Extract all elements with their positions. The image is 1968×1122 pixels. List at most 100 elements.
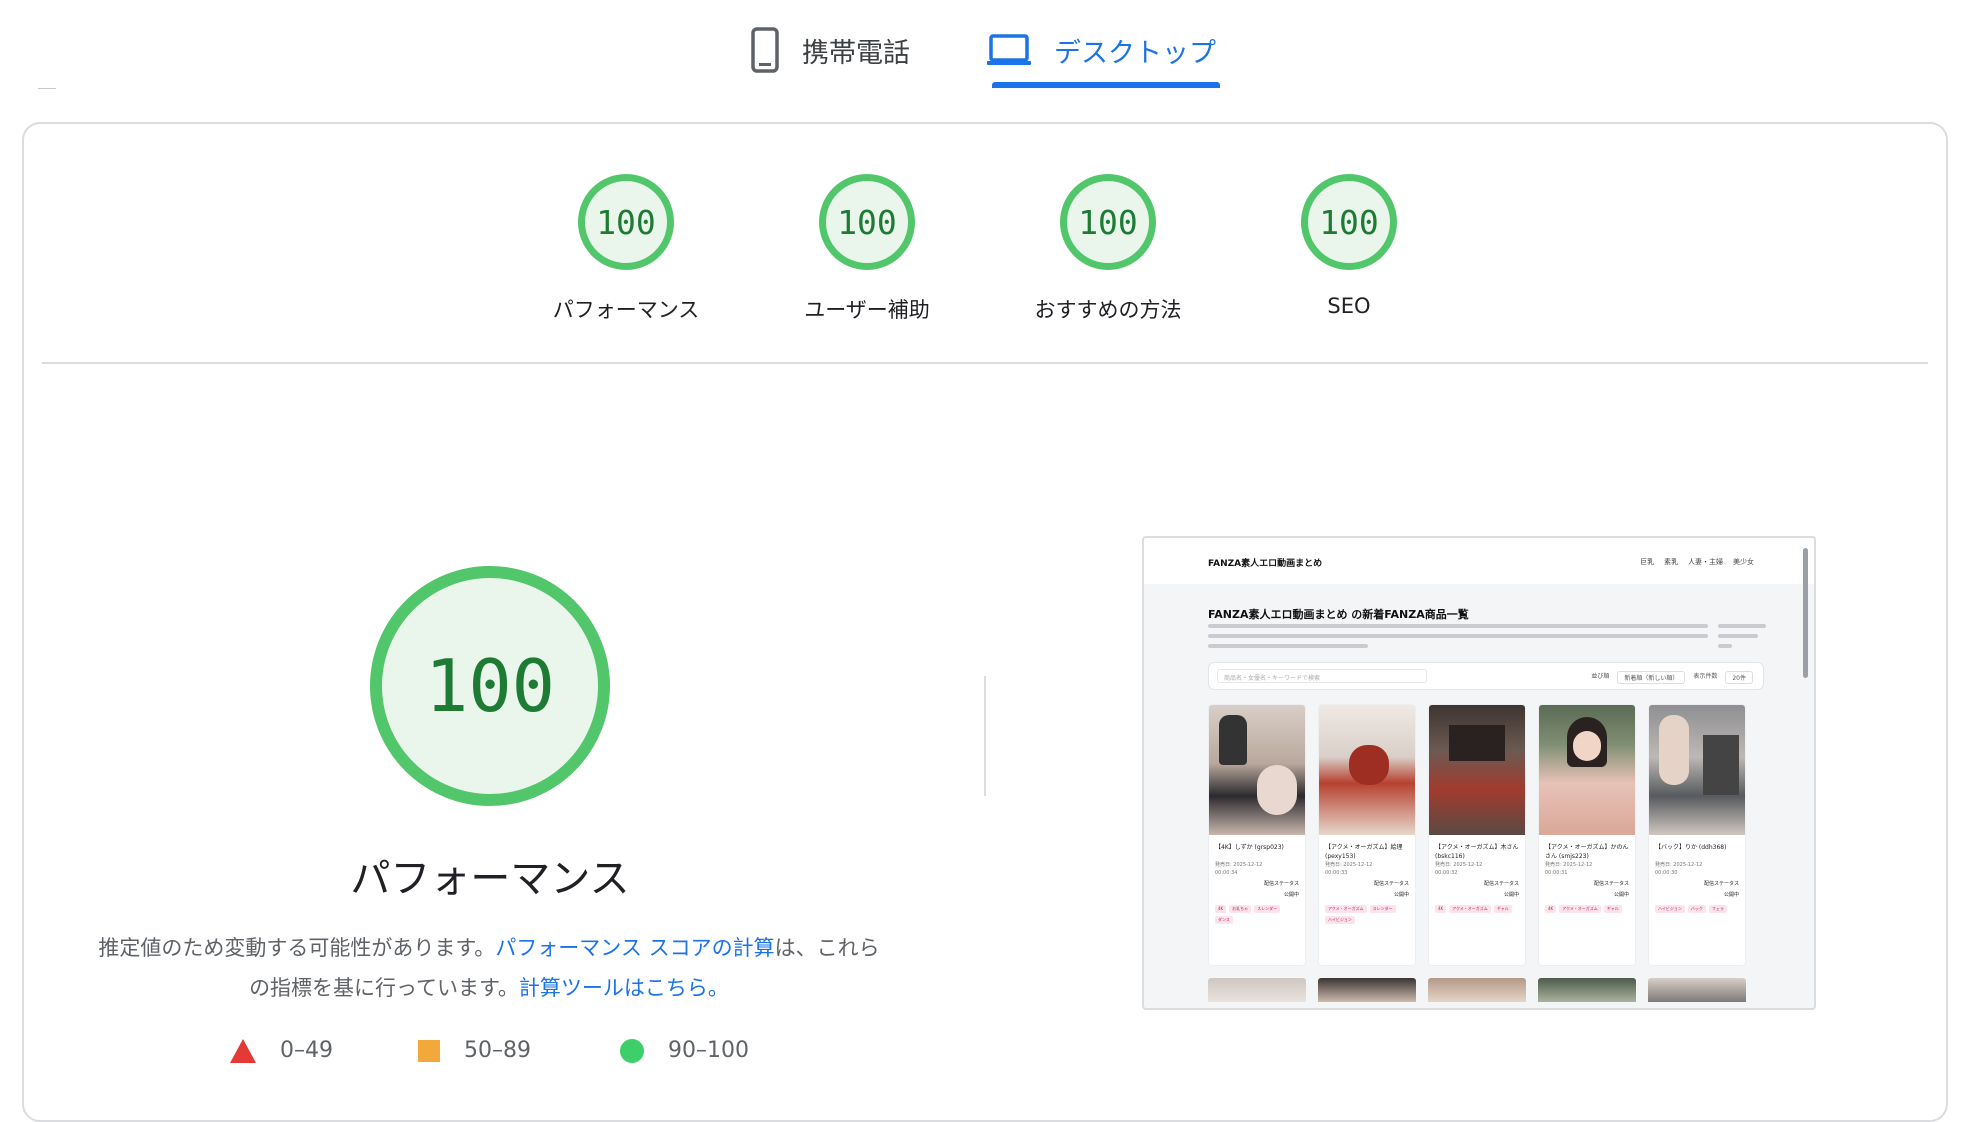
best-practices-gauge[interactable]: 100 [1060,174,1156,270]
thumb-next-row-card [1428,978,1526,1002]
tab-mobile[interactable]: 携帯電話 [750,14,910,86]
thumb-card-time: 00:00:32 [1435,870,1458,876]
thumb-page-title: FANZA素人エロ動画まとめ の新着FANZA商品一覧 [1208,608,1469,621]
section-divider [42,362,1928,364]
accessibility-label[interactable]: ユーザー補助 [747,294,987,324]
thumb-search-controls: 並び順 新着順（新しい順） 表示件数 20件 [1591,671,1753,684]
best-practices-label[interactable]: おすすめの方法 [988,294,1228,324]
thumb-card-date: 発売日: 2025-12-12 [1215,862,1263,868]
thumb-product-card: 【4K】しずか (grsp023) 発売日: 2025-12-12 00:00:… [1208,704,1306,966]
active-tab-indicator [992,82,1220,88]
legend-pass-range: 90–100 [668,1038,749,1063]
thumb-intro-text [1208,624,1708,654]
thumb-tag: アクメ・オーガズム [1449,905,1491,913]
thumb-product-card: 【バック】りか (ddh368) 発売日: 2025-12-12 00:00:3… [1648,704,1746,966]
best-practices-score: 100 [1078,202,1138,242]
thumb-card-title: 【バック】りか (ddh368) [1655,844,1727,851]
tab-desktop[interactable]: デスクトップ [986,14,1216,86]
thumb-nav-item: 人妻・主婦 [1688,558,1723,566]
laptop-icon [987,34,1031,65]
thumb-count-label: 表示件数 [1693,673,1718,680]
performance-gauge[interactable]: 100 [578,174,674,270]
vertical-divider [984,676,986,796]
thumb-tag: アクメ・オーガズム [1559,905,1601,913]
thumb-scrollbar [1803,548,1808,678]
performance-label[interactable]: パフォーマンス [506,294,746,324]
thumb-sort-select: 新着順（新しい順） [1617,671,1686,684]
thumb-card-status: 公開中 [1393,892,1409,898]
performance-description: 推定値のため変動する可能性があります。パフォーマンス スコアの計算は、これらの指… [94,928,884,1008]
thumb-card-time: 00:00:30 [1655,870,1678,876]
accessibility-score: 100 [837,202,897,242]
legend-fail: 0–49 [230,1038,333,1063]
thumb-tag: バック [1687,905,1706,913]
thumb-card-title: 【アクメ・オーガズム】かのんさん (smjs223) [1545,844,1629,860]
thumb-nav-item: 巨乳 [1640,558,1654,566]
thumb-tag: お乳ちゃ [1229,905,1252,913]
accessibility-gauge[interactable]: 100 [819,174,915,270]
seo-gauge[interactable]: 100 [1301,174,1397,270]
thumb-product-image [1319,705,1415,835]
thumb-search-input: 商品名・女優名・キーワードで検索 [1217,669,1427,683]
thumb-card-status-label: 配信ステータス [1593,881,1629,887]
calculator-link[interactable]: 計算ツールはこちら。 [519,976,729,1000]
thumb-product-image [1649,705,1745,835]
final-screenshot[interactable]: FANZA素人エロ動画まとめ 巨乳 素乳 人妻・主婦 美少女 FANZA素人エロ… [1142,536,1816,1010]
thumb-card-title: 【アクメ・オーガズム】木さん (bskc116) [1435,844,1519,860]
device-tabs: 携帯電話 デスクトップ [0,0,1968,92]
thumb-next-row-card [1648,978,1746,1002]
thumb-card-date: 発売日: 2025-12-12 [1325,862,1373,868]
thumb-nav-item: 美少女 [1733,558,1754,566]
thumb-card-time: 00:00:34 [1215,870,1238,876]
thumb-card-status-label: 配信ステータス [1373,881,1409,887]
thumb-header: FANZA素人エロ動画まとめ 巨乳 素乳 人妻・主婦 美少女 [1144,538,1814,584]
thumb-product-card: 【アクメ・オーガズム】絵理 (pexy153) 発売日: 2025-12-12 … [1318,704,1416,966]
legend-pass: 90–100 [620,1038,749,1063]
thumb-tag: ハイビジョン [1655,905,1685,913]
thumb-count-select: 20件 [1725,671,1753,684]
seo-label[interactable]: SEO [1229,294,1469,318]
thumb-card-status: 公開中 [1723,892,1739,898]
legend-average: 50–89 [418,1038,531,1063]
thumb-card-date: 発売日: 2025-12-12 [1435,862,1483,868]
thumb-card-tags: 4K アクメ・オーガズム ギャル [1539,899,1635,913]
thumb-tag: スレンダー [1254,905,1281,913]
thumb-card-tags: 4K アクメ・オーガズム ギャル [1429,899,1525,913]
thumb-card-status: 公開中 [1283,892,1299,898]
thumb-card-time: 00:00:33 [1325,870,1348,876]
legend-average-range: 50–89 [464,1038,531,1063]
report-card: 100 パフォーマンス 100 ユーザー補助 100 おすすめの方法 100 S… [22,122,1948,1122]
thumb-card-status-label: 配信ステータス [1483,881,1519,887]
thumb-nav-item: 素乳 [1664,558,1678,566]
thumb-product-card: 【アクメ・オーガズム】かのんさん (smjs223) 発売日: 2025-12-… [1538,704,1636,966]
seo-score: 100 [1319,202,1379,242]
thumb-count-note [1718,624,1766,654]
thumb-next-row-card [1208,978,1306,1002]
thumb-tag: アクメ・オーガズム [1325,905,1367,913]
thumb-tag: 4K [1435,905,1447,913]
performance-title: パフォーマンス [350,856,630,902]
thumb-tag: フェラ [1708,905,1727,913]
thumb-product-image [1209,705,1305,835]
tab-mobile-label: 携帯電話 [802,37,910,69]
thumb-next-row-card [1318,978,1416,1002]
thumb-nav: 巨乳 素乳 人妻・主婦 美少女 [1640,557,1754,567]
desc-text-1: 推定値のため変動する可能性があります。 [98,936,496,960]
score-calc-link[interactable]: パフォーマンス スコアの計算 [495,936,774,960]
thumb-card-tags: アクメ・オーガズム スレンダー ハイビジョン [1319,899,1415,924]
fail-triangle-icon [230,1038,256,1063]
performance-main-score: 100 [424,644,556,728]
thumb-card-status: 公開中 [1503,892,1519,898]
thumb-tag: ギャル [1493,905,1512,913]
phone-icon [751,27,779,73]
pass-circle-icon [620,1038,644,1063]
thumb-card-title: 【4K】しずか (grsp023) [1215,844,1284,851]
thumb-card-date: 発売日: 2025-12-12 [1655,862,1703,868]
thumb-tag: 4K [1545,905,1557,913]
thumb-card-title: 【アクメ・オーガズム】絵理 (pexy153) [1325,844,1403,860]
thumb-tag: 4K [1215,905,1227,913]
thumb-card-date: 発売日: 2025-12-12 [1545,862,1593,868]
thumb-next-row-card [1538,978,1636,1002]
thumb-product-image [1539,705,1635,835]
thumb-card-status-label: 配信ステータス [1703,881,1739,887]
